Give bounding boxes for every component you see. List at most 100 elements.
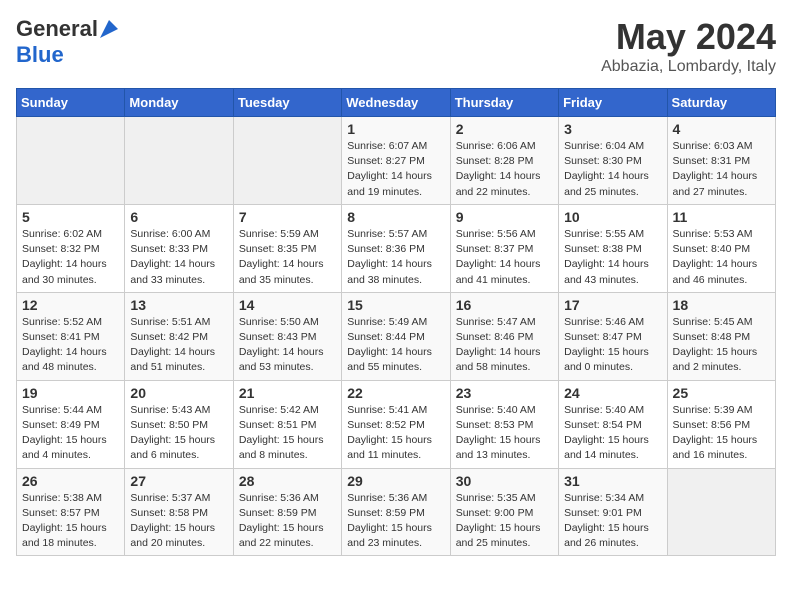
- day-number: 23: [456, 385, 553, 401]
- col-monday: Monday: [125, 89, 233, 117]
- calendar-cell: 30 Sunrise: 5:35 AM Sunset: 9:00 PM Dayli…: [450, 468, 558, 556]
- cell-details: Sunrise: 5:53 AM Sunset: 8:40 PM Dayligh…: [673, 227, 770, 288]
- calendar-cell: 7 Sunrise: 5:59 AM Sunset: 8:35 PM Daylig…: [233, 204, 341, 292]
- day-number: 21: [239, 385, 336, 401]
- cell-details: Sunrise: 6:03 AM Sunset: 8:31 PM Dayligh…: [673, 139, 770, 200]
- cell-details: Sunrise: 5:36 AM Sunset: 8:59 PM Dayligh…: [239, 491, 336, 552]
- calendar-cell: 14 Sunrise: 5:50 AM Sunset: 8:43 PM Dayli…: [233, 292, 341, 380]
- calendar-cell: 17Sunrise: 5:46 AM Sunset: 8:47 PM Dayli…: [559, 292, 667, 380]
- day-number: 8: [347, 209, 444, 225]
- day-number: 30: [456, 473, 553, 489]
- day-number: 11: [673, 209, 770, 225]
- day-number: 10: [564, 209, 661, 225]
- day-number: 4: [673, 121, 770, 137]
- day-number: 5: [22, 209, 119, 225]
- cell-details: Sunrise: 5:35 AM Sunset: 9:00 PM Dayligh…: [456, 491, 553, 552]
- cell-details: Sunrise: 5:40 AM Sunset: 8:54 PM Dayligh…: [564, 403, 661, 464]
- calendar-cell: 13 Sunrise: 5:51 AM Sunset: 8:42 PM Dayli…: [125, 292, 233, 380]
- day-number: 3: [564, 121, 661, 137]
- cell-details: Sunrise: 5:55 AM Sunset: 8:38 PM Dayligh…: [564, 227, 661, 288]
- cell-details: Sunrise: 5:56 AM Sunset: 8:37 PM Dayligh…: [456, 227, 553, 288]
- calendar-cell: 31 Sunrise: 5:34 AM Sunset: 9:01 PM Dayli…: [559, 468, 667, 556]
- calendar-cell: [125, 117, 233, 205]
- calendar-cell: 16Sunrise: 5:47 AM Sunset: 8:46 PM Dayli…: [450, 292, 558, 380]
- calendar-cell: 11 Sunrise: 5:53 AM Sunset: 8:40 PM Dayli…: [667, 204, 775, 292]
- calendar-week-1: 1Sunrise: 6:07 AM Sunset: 8:27 PM Daylig…: [17, 117, 776, 205]
- calendar-week-3: 12 Sunrise: 5:52 AM Sunset: 8:41 PM Dayli…: [17, 292, 776, 380]
- calendar-cell: 27Sunrise: 5:37 AM Sunset: 8:58 PM Dayli…: [125, 468, 233, 556]
- month-title: May 2024: [601, 16, 776, 58]
- day-number: 7: [239, 209, 336, 225]
- cell-details: Sunrise: 5:36 AM Sunset: 8:59 PM Dayligh…: [347, 491, 444, 552]
- day-number: 20: [130, 385, 227, 401]
- cell-details: Sunrise: 5:49 AM Sunset: 8:44 PM Dayligh…: [347, 315, 444, 376]
- day-number: 29: [347, 473, 444, 489]
- calendar-cell: [233, 117, 341, 205]
- day-number: 26: [22, 473, 119, 489]
- cell-details: Sunrise: 6:04 AM Sunset: 8:30 PM Dayligh…: [564, 139, 661, 200]
- col-wednesday: Wednesday: [342, 89, 450, 117]
- col-saturday: Saturday: [667, 89, 775, 117]
- cell-details: Sunrise: 5:44 AM Sunset: 8:49 PM Dayligh…: [22, 403, 119, 464]
- cell-details: Sunrise: 6:06 AM Sunset: 8:28 PM Dayligh…: [456, 139, 553, 200]
- col-tuesday: Tuesday: [233, 89, 341, 117]
- day-number: 9: [456, 209, 553, 225]
- day-number: 12: [22, 297, 119, 313]
- calendar-week-2: 5 Sunrise: 6:02 AM Sunset: 8:32 PM Daylig…: [17, 204, 776, 292]
- calendar-cell: 3 Sunrise: 6:04 AM Sunset: 8:30 PM Daylig…: [559, 117, 667, 205]
- cell-details: Sunrise: 6:02 AM Sunset: 8:32 PM Dayligh…: [22, 227, 119, 288]
- cell-details: Sunrise: 5:34 AM Sunset: 9:01 PM Dayligh…: [564, 491, 661, 552]
- col-sunday: Sunday: [17, 89, 125, 117]
- cell-details: Sunrise: 6:00 AM Sunset: 8:33 PM Dayligh…: [130, 227, 227, 288]
- calendar-body: 1Sunrise: 6:07 AM Sunset: 8:27 PM Daylig…: [17, 117, 776, 556]
- cell-details: Sunrise: 5:51 AM Sunset: 8:42 PM Dayligh…: [130, 315, 227, 376]
- calendar-cell: 19Sunrise: 5:44 AM Sunset: 8:49 PM Dayli…: [17, 380, 125, 468]
- day-number: 31: [564, 473, 661, 489]
- day-number: 28: [239, 473, 336, 489]
- calendar-cell: [17, 117, 125, 205]
- calendar-cell: [667, 468, 775, 556]
- col-thursday: Thursday: [450, 89, 558, 117]
- calendar-cell: 23Sunrise: 5:40 AM Sunset: 8:53 PM Dayli…: [450, 380, 558, 468]
- calendar-cell: 15 Sunrise: 5:49 AM Sunset: 8:44 PM Dayli…: [342, 292, 450, 380]
- location-text: Abbazia, Lombardy, Italy: [601, 58, 776, 76]
- cell-details: Sunrise: 5:41 AM Sunset: 8:52 PM Dayligh…: [347, 403, 444, 464]
- calendar-cell: 12 Sunrise: 5:52 AM Sunset: 8:41 PM Dayli…: [17, 292, 125, 380]
- calendar-week-4: 19Sunrise: 5:44 AM Sunset: 8:49 PM Dayli…: [17, 380, 776, 468]
- cell-details: Sunrise: 5:42 AM Sunset: 8:51 PM Dayligh…: [239, 403, 336, 464]
- cell-details: Sunrise: 5:57 AM Sunset: 8:36 PM Dayligh…: [347, 227, 444, 288]
- cell-details: Sunrise: 5:52 AM Sunset: 8:41 PM Dayligh…: [22, 315, 119, 376]
- day-number: 14: [239, 297, 336, 313]
- day-number: 15: [347, 297, 444, 313]
- day-number: 13: [130, 297, 227, 313]
- cell-details: Sunrise: 5:43 AM Sunset: 8:50 PM Dayligh…: [130, 403, 227, 464]
- day-number: 16: [456, 297, 553, 313]
- cell-details: Sunrise: 5:38 AM Sunset: 8:57 PM Dayligh…: [22, 491, 119, 552]
- calendar-cell: 28 Sunrise: 5:36 AM Sunset: 8:59 PM Dayli…: [233, 468, 341, 556]
- cell-details: Sunrise: 5:37 AM Sunset: 8:58 PM Dayligh…: [130, 491, 227, 552]
- col-friday: Friday: [559, 89, 667, 117]
- calendar-cell: 1Sunrise: 6:07 AM Sunset: 8:27 PM Daylig…: [342, 117, 450, 205]
- calendar-cell: 9 Sunrise: 5:56 AM Sunset: 8:37 PM Daylig…: [450, 204, 558, 292]
- logo: General Blue: [16, 16, 118, 68]
- calendar-cell: 26 Sunrise: 5:38 AM Sunset: 8:57 PM Dayli…: [17, 468, 125, 556]
- title-area: May 2024 Abbazia, Lombardy, Italy: [601, 16, 776, 76]
- page-header: General Blue May 2024 Abbazia, Lombardy,…: [16, 16, 776, 76]
- cell-details: Sunrise: 5:59 AM Sunset: 8:35 PM Dayligh…: [239, 227, 336, 288]
- logo-arrow-icon: [100, 20, 118, 38]
- calendar-cell: 22Sunrise: 5:41 AM Sunset: 8:52 PM Dayli…: [342, 380, 450, 468]
- calendar-cell: 20 Sunrise: 5:43 AM Sunset: 8:50 PM Dayli…: [125, 380, 233, 468]
- cell-details: Sunrise: 6:07 AM Sunset: 8:27 PM Dayligh…: [347, 139, 444, 200]
- calendar-cell: 6Sunrise: 6:00 AM Sunset: 8:33 PM Daylig…: [125, 204, 233, 292]
- calendar-cell: 21 Sunrise: 5:42 AM Sunset: 8:51 PM Dayli…: [233, 380, 341, 468]
- calendar-cell: 4 Sunrise: 6:03 AM Sunset: 8:31 PM Daylig…: [667, 117, 775, 205]
- header-row: Sunday Monday Tuesday Wednesday Thursday…: [17, 89, 776, 117]
- calendar-week-5: 26 Sunrise: 5:38 AM Sunset: 8:57 PM Dayli…: [17, 468, 776, 556]
- day-number: 2: [456, 121, 553, 137]
- calendar-cell: 18Sunrise: 5:45 AM Sunset: 8:48 PM Dayli…: [667, 292, 775, 380]
- day-number: 24: [564, 385, 661, 401]
- day-number: 18: [673, 297, 770, 313]
- calendar-cell: 10 Sunrise: 5:55 AM Sunset: 8:38 PM Dayli…: [559, 204, 667, 292]
- cell-details: Sunrise: 5:50 AM Sunset: 8:43 PM Dayligh…: [239, 315, 336, 376]
- calendar-cell: 29 Sunrise: 5:36 AM Sunset: 8:59 PM Dayli…: [342, 468, 450, 556]
